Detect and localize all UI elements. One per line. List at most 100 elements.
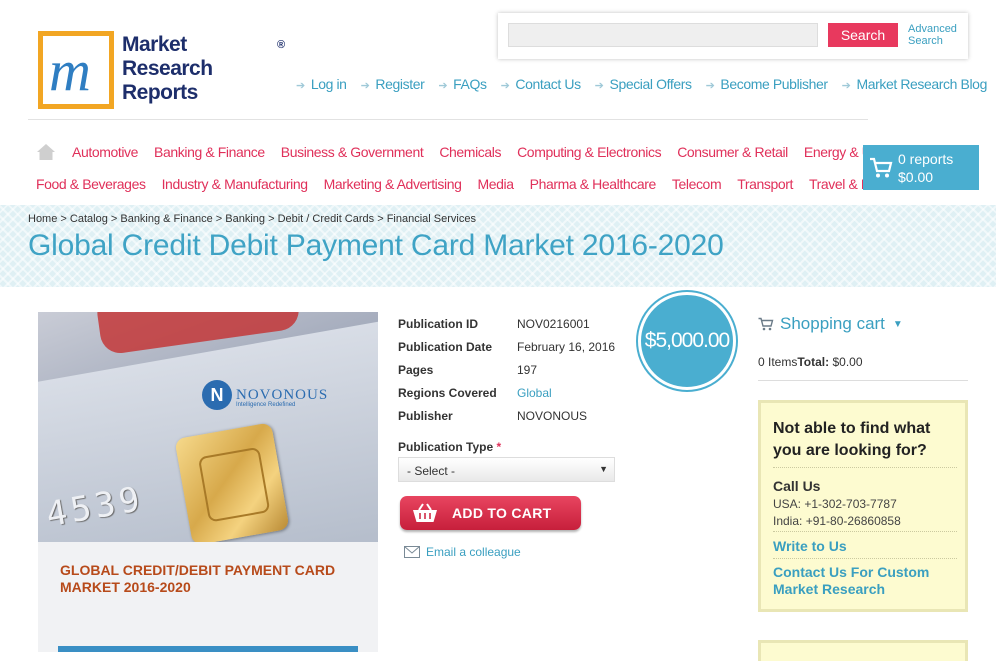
- category-link[interactable]: Media: [477, 176, 514, 192]
- category-link[interactable]: Banking & Finance: [154, 144, 265, 160]
- help-divider: [773, 467, 957, 468]
- required-marker: *: [496, 440, 502, 454]
- publication-type-label: Publication Type *: [398, 440, 501, 454]
- search-input[interactable]: [508, 23, 818, 47]
- shopping-cart-icon: [758, 317, 774, 331]
- detail-row: Pages 197: [398, 358, 615, 381]
- publication-details: Publication ID NOV0216001 Publication Da…: [398, 312, 615, 427]
- detail-value: NOVONOUS: [517, 408, 588, 423]
- site-logo[interactable]: m Market Research Reports ®: [38, 31, 285, 111]
- detail-label: Pages: [398, 362, 434, 377]
- sidebar-box: [758, 640, 968, 661]
- region-link[interactable]: Global: [517, 386, 552, 400]
- arrow-right-icon: ➔: [360, 80, 370, 92]
- nav-register[interactable]: ➔ Register: [361, 76, 425, 92]
- phone-india: India: +91-80-26860858: [773, 514, 901, 528]
- breadcrumb-separator: >: [107, 213, 121, 225]
- page-title: Global Credit Debit Payment Card Market …: [28, 229, 724, 262]
- breadcrumb-item[interactable]: Financial Services: [387, 213, 476, 225]
- help-box: Not able to find what you are looking fo…: [758, 400, 968, 612]
- add-to-cart-button[interactable]: ADD TO CART: [400, 496, 581, 530]
- cart-total-value: $0.00: [832, 355, 863, 369]
- breadcrumb-item[interactable]: Catalog: [70, 213, 108, 225]
- arrow-right-icon: ➔: [500, 80, 510, 92]
- cover-footer-bar: [58, 646, 358, 652]
- breadcrumb-item[interactable]: Banking & Finance: [120, 213, 212, 225]
- cover-title-line-2: MARKET 2016-2020: [60, 579, 191, 595]
- shopping-cart-toggle[interactable]: Shopping cart ▼: [758, 314, 903, 334]
- write-to-us-link[interactable]: Write to Us: [773, 538, 963, 555]
- cover-title-line-1: GLOBAL CREDIT/DEBIT PAYMENT CARD: [60, 562, 336, 578]
- nav-contact-us[interactable]: ➔ Contact Us: [501, 76, 581, 92]
- nav-login-label: Log in: [310, 76, 347, 92]
- arrow-right-icon: ➔: [594, 80, 604, 92]
- header-cart-button[interactable]: 0 reports $0.00: [863, 145, 979, 190]
- publication-type-select[interactable]: - Select - ▼: [398, 457, 615, 482]
- breadcrumb-separator: >: [374, 213, 387, 225]
- advanced-search-link[interactable]: Advanced Search: [908, 23, 966, 47]
- detail-value: NOV0216001: [517, 316, 590, 331]
- category-link[interactable]: Telecom: [672, 176, 722, 192]
- breadcrumb-item[interactable]: Banking: [225, 213, 265, 225]
- nav-special-offers-label: Special Offers: [609, 76, 692, 92]
- category-link[interactable]: Pharma & Healthcare: [530, 176, 657, 192]
- shopping-cart-summary: 0 ItemsTotal: $0.00: [758, 355, 863, 369]
- nav-faqs[interactable]: ➔ FAQs: [438, 76, 487, 92]
- email-colleague-link[interactable]: Email a colleague: [404, 545, 521, 559]
- category-link[interactable]: Business & Government: [281, 144, 424, 160]
- category-link[interactable]: Automotive: [72, 144, 138, 160]
- category-link[interactable]: Marketing & Advertising: [324, 176, 462, 192]
- advanced-search-line-1: Advanced: [908, 23, 957, 35]
- arrow-right-icon: ➔: [438, 80, 448, 92]
- category-link[interactable]: Industry & Manufacturing: [162, 176, 308, 192]
- detail-label: Publication ID: [398, 316, 479, 331]
- publisher-logo: N NOVONOUS Intelligence Redefined: [202, 380, 328, 410]
- arrow-right-icon: ➔: [705, 80, 715, 92]
- header-cart-count: 0 reports: [898, 151, 954, 167]
- category-link[interactable]: Computing & Electronics: [517, 144, 661, 160]
- breadcrumb-item[interactable]: Home: [28, 213, 57, 225]
- header-cart-total: $0.00: [898, 169, 934, 185]
- detail-row: Publication Date February 16, 2016: [398, 335, 615, 358]
- arrow-right-icon: ➔: [296, 80, 305, 92]
- breadcrumb-separator: >: [265, 213, 278, 225]
- logo-letter: m: [49, 38, 91, 103]
- shopping-cart-icon: [870, 157, 893, 178]
- category-link[interactable]: Food & Beverages: [36, 176, 146, 192]
- detail-value: February 16, 2016: [517, 339, 616, 354]
- nav-register-label: Register: [375, 76, 425, 92]
- logo-line-2: Research: [122, 57, 213, 80]
- publisher-tagline: Intelligence Redefined: [236, 402, 296, 408]
- cart-item-count: 0 Items: [758, 355, 798, 369]
- chevron-down-icon: ▼: [892, 318, 903, 330]
- cart-total-label: Total:: [797, 355, 830, 369]
- category-link[interactable]: Consumer & Retail: [677, 144, 788, 160]
- detail-label: Publisher: [398, 408, 453, 423]
- detail-value: 197: [517, 362, 538, 377]
- help-question: Not able to find what you are looking fo…: [773, 420, 931, 459]
- nav-blog[interactable]: ➔ Market Research Blog: [841, 76, 988, 92]
- category-row-1: Automotive Banking & Finance Business & …: [72, 144, 919, 160]
- detail-row: Regions Covered Global: [398, 381, 615, 404]
- nav-faqs-label: FAQs: [453, 76, 487, 92]
- nav-special-offers[interactable]: ➔ Special Offers: [595, 76, 692, 92]
- top-nav: ➔ Log in ➔ Register ➔ FAQs ➔ Contact Us ➔ Spe…: [296, 76, 996, 92]
- search-button[interactable]: Search: [828, 23, 898, 47]
- logo-text: Market Research Reports ®: [122, 33, 285, 105]
- home-icon[interactable]: [36, 143, 56, 161]
- arrow-right-icon: ➔: [841, 80, 851, 92]
- detail-row: Publication ID NOV0216001: [398, 312, 615, 335]
- breadcrumb-item[interactable]: Debit / Credit Cards: [278, 213, 375, 225]
- category-link[interactable]: Chemicals: [439, 144, 501, 160]
- advanced-search-line-2: Search: [908, 35, 943, 47]
- logo-line-3: Reports: [122, 81, 198, 104]
- nav-login[interactable]: ➔ Log in: [296, 76, 347, 92]
- help-divider: [773, 531, 957, 532]
- breadcrumb: Home > Catalog > Banking & Finance > Ban…: [28, 213, 476, 225]
- breadcrumb-separator: >: [212, 213, 226, 225]
- publication-type-label-text: Publication Type: [398, 440, 494, 454]
- custom-research-link[interactable]: Contact Us For Custom Market Research: [773, 564, 963, 598]
- breadcrumb-separator: >: [57, 213, 70, 225]
- nav-become-publisher[interactable]: ➔ Become Publisher: [706, 76, 828, 92]
- category-link[interactable]: Transport: [737, 176, 793, 192]
